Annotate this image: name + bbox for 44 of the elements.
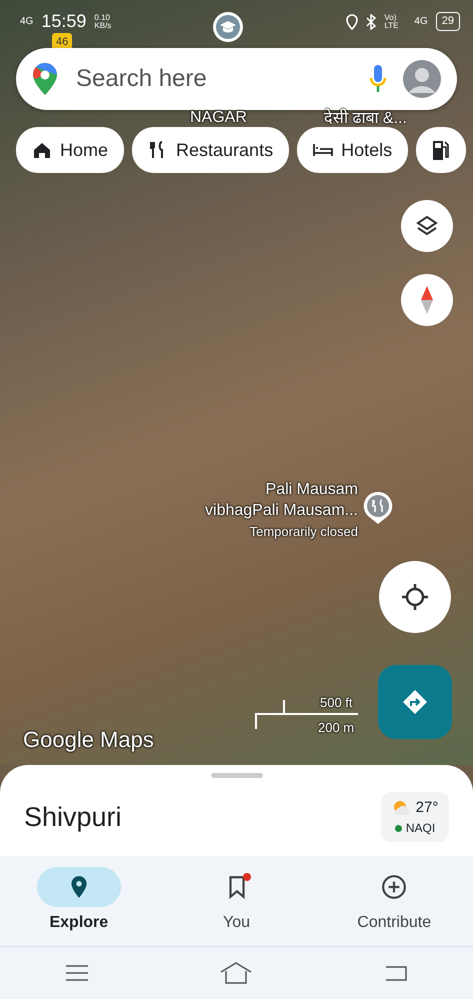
temperature: 27° bbox=[416, 798, 438, 818]
map-pin-logo-icon bbox=[32, 62, 58, 96]
scale-label: 200 m bbox=[318, 719, 354, 737]
layers-icon bbox=[415, 214, 439, 238]
fuel-pump-icon bbox=[432, 139, 450, 161]
aqi-label: NAQI bbox=[406, 820, 436, 838]
network-type: 4G bbox=[414, 15, 428, 29]
compass-icon bbox=[419, 285, 435, 315]
turn-arrow-icon bbox=[401, 688, 429, 716]
clock: 15:59 bbox=[41, 10, 86, 33]
home-icon[interactable] bbox=[220, 962, 252, 984]
map-label: NAGAR bbox=[190, 108, 247, 128]
place-status: Temporarily closed bbox=[248, 522, 358, 541]
network-type: 4G bbox=[20, 15, 34, 29]
location-icon bbox=[346, 14, 358, 30]
category-chip[interactable]: Home bbox=[16, 127, 124, 173]
directions-button[interactable] bbox=[378, 665, 452, 739]
home-icon bbox=[32, 140, 52, 160]
weather-card[interactable]: 27° NAQI bbox=[381, 792, 449, 842]
battery-indicator: 29 bbox=[436, 12, 460, 31]
sun-cloud-icon bbox=[392, 800, 412, 816]
add-circle-icon bbox=[381, 874, 408, 900]
nav-tab[interactable] bbox=[36, 867, 121, 907]
network-speed: 0.10 KB/s bbox=[94, 14, 112, 30]
category-chip[interactable]: Restaurants bbox=[132, 127, 290, 173]
drag-handle[interactable] bbox=[210, 773, 262, 778]
category-chip[interactable]: Hotels bbox=[297, 127, 408, 173]
nav-label: You bbox=[223, 913, 250, 933]
menu-icon[interactable] bbox=[66, 965, 88, 981]
scale-label: 500 ft bbox=[320, 694, 353, 712]
crosshair-icon bbox=[400, 582, 430, 612]
place-name[interactable]: Pali Mausam vibhagPali Mausam... bbox=[190, 480, 358, 522]
place-title: Shivpuri bbox=[24, 800, 122, 834]
volte-indicator: Vo) LTE bbox=[384, 14, 400, 30]
map-logo: Google Maps bbox=[23, 726, 154, 754]
back-icon[interactable] bbox=[384, 965, 407, 981]
restaurant-pin-icon[interactable] bbox=[362, 490, 394, 526]
search-input[interactable]: Search here bbox=[74, 60, 324, 98]
nav-label: Explore bbox=[49, 913, 108, 933]
bluetooth-icon bbox=[366, 14, 376, 30]
microphone-icon[interactable] bbox=[369, 64, 387, 94]
avatar-icon[interactable] bbox=[403, 60, 441, 98]
nav-label: Contribute bbox=[357, 913, 432, 933]
search-field[interactable]: Search here bbox=[16, 48, 457, 110]
